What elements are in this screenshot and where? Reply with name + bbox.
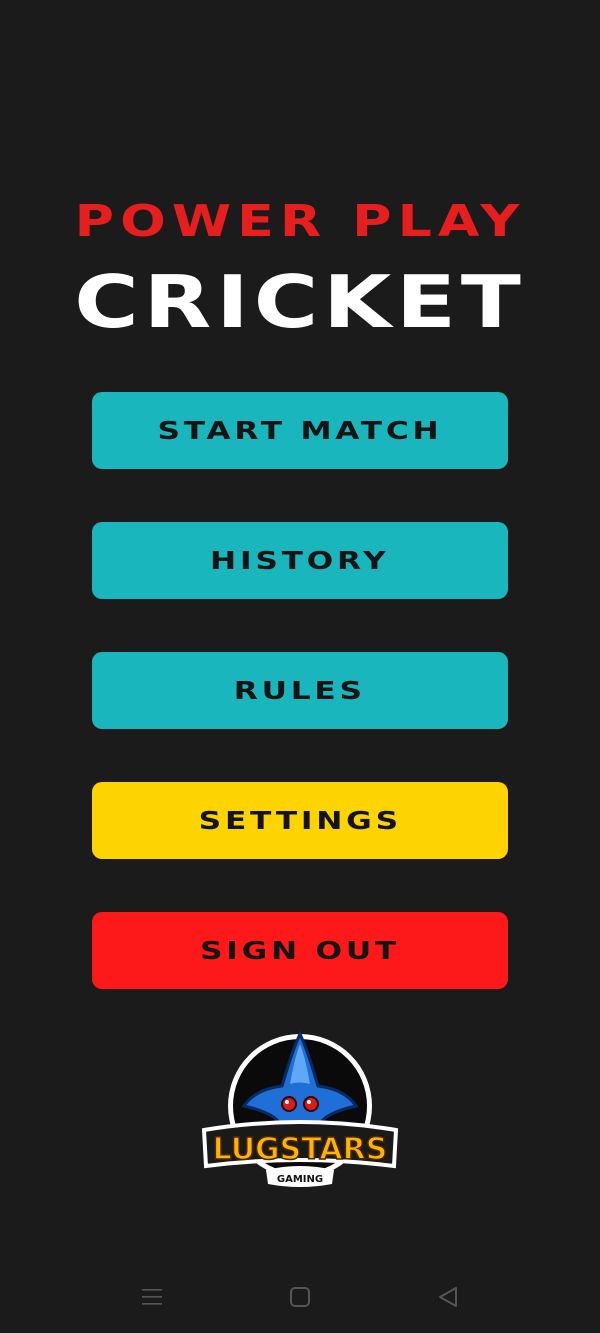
- lugstars-gaming-logo: LUGSTARS GAMING: [198, 1026, 402, 1191]
- menu-icon[interactable]: [132, 1280, 172, 1314]
- history-label: HISTORY: [210, 546, 390, 575]
- settings-button[interactable]: SETTINGS: [92, 782, 508, 859]
- settings-label: SETTINGS: [198, 806, 402, 835]
- back-triangle-icon[interactable]: [428, 1280, 468, 1314]
- sign-out-label: SIGN OUT: [199, 936, 401, 965]
- history-button[interactable]: HISTORY: [92, 522, 508, 599]
- rules-label: RULES: [234, 676, 366, 705]
- sign-out-button[interactable]: SIGN OUT: [92, 912, 508, 989]
- title-cricket: CRICKET: [74, 260, 526, 344]
- home-square-icon[interactable]: [280, 1280, 320, 1314]
- logo-brand-text: LUGSTARS: [213, 1132, 388, 1167]
- start-match-button[interactable]: START MATCH: [92, 392, 508, 469]
- rules-button[interactable]: RULES: [92, 652, 508, 729]
- system-navigation-bar: [0, 1262, 600, 1333]
- start-match-label: START MATCH: [157, 416, 443, 445]
- logo-sub-text: GAMING: [277, 1174, 323, 1185]
- title-power-play: POWER PLAY: [74, 196, 526, 247]
- logo-graphic: LUGSTARS GAMING: [201, 1030, 399, 1187]
